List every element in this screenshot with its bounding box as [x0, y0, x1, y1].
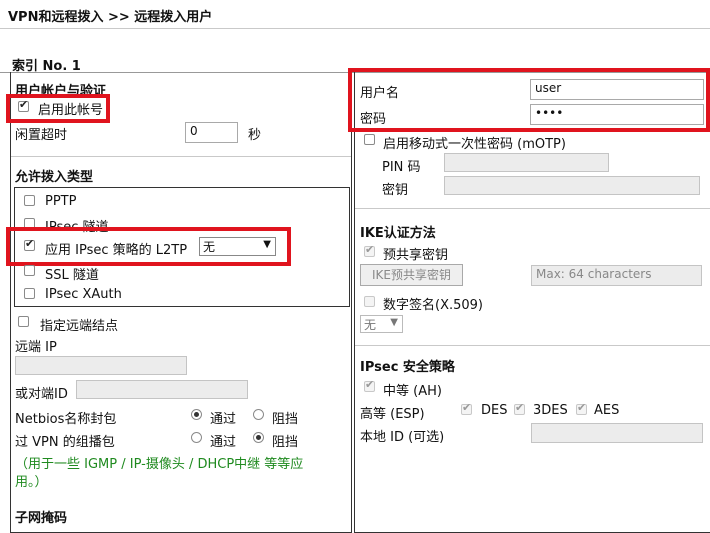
pin-label: PIN 码: [382, 160, 421, 175]
ah-label: 中等 (AH): [383, 384, 442, 399]
ike-section-title: IKE认证方法: [360, 226, 436, 241]
xauth-label: IPsec XAuth: [45, 287, 122, 302]
ipsec-section-title: IPsec 安全策略: [360, 360, 455, 375]
3des-checkbox[interactable]: [514, 401, 525, 415]
multicast-note-line1: （用于一些 IGMP / IP-摄像头 / DHCP中继 等等应: [15, 457, 304, 472]
psk-label: 预共享密钥: [383, 248, 449, 263]
des-checkbox[interactable]: [461, 401, 472, 415]
pptp-checkbox[interactable]: [24, 195, 35, 206]
chevron-down-icon: ▼: [390, 317, 398, 328]
x509-select-value: 无: [364, 318, 377, 332]
section-divider: [11, 156, 351, 157]
netbios-label: Netbios名称封包: [15, 412, 117, 427]
highlight-credentials: [348, 68, 710, 132]
remote-ip-label: 远端 IP: [15, 340, 57, 355]
highlight-l2tp: [6, 227, 291, 266]
multicast-label: 过 VPN 的组播包: [15, 435, 115, 450]
xauth-checkbox[interactable]: [24, 288, 35, 299]
ike-psk-button[interactable]: IKE预共享密钥: [360, 264, 463, 286]
idle-timeout-label: 闲置超时: [15, 128, 68, 143]
secret-key-label: 密钥: [382, 183, 409, 198]
multicast-note-line2: 用。）: [15, 475, 48, 490]
local-id-label: 本地 ID (可选): [360, 430, 445, 445]
ssl-tunnel-checkbox[interactable]: [24, 265, 35, 276]
netbios-block-label: 阻挡: [272, 412, 299, 427]
right-divider-1: [355, 208, 710, 209]
netbios-pass-label: 通过: [210, 412, 237, 427]
aes-label: AES: [594, 403, 620, 418]
header-divider: [0, 28, 710, 29]
ah-checkbox[interactable]: [364, 378, 375, 392]
motp-checkbox[interactable]: [364, 134, 375, 145]
ssl-tunnel-label: SSL 隧道: [45, 268, 99, 283]
netbios-block-radio[interactable]: [253, 409, 264, 420]
right-divider-2: [355, 345, 710, 346]
netbios-pass-radio[interactable]: [191, 409, 202, 420]
subnet-mask-label: 子网掩码: [15, 511, 68, 526]
multicast-block-label: 阻挡: [272, 435, 299, 450]
dialin-section-title: 允许拨入类型: [15, 170, 94, 185]
multicast-pass-radio[interactable]: [191, 432, 202, 443]
peer-id-label: 或对端ID: [15, 387, 68, 402]
idle-timeout-input[interactable]: 0: [185, 122, 238, 143]
breadcrumb: VPN和远程拨入 >> 远程拨入用户: [8, 10, 213, 25]
pptp-label: PPTP: [45, 194, 77, 209]
remote-ip-input[interactable]: [15, 356, 187, 375]
multicast-pass-label: 通过: [210, 435, 237, 450]
x509-checkbox[interactable]: [364, 296, 375, 307]
x509-label: 数字签名(X.509): [383, 298, 483, 313]
local-id-input[interactable]: [531, 423, 703, 443]
peer-id-input[interactable]: [76, 380, 248, 399]
idle-timeout-unit: 秒: [248, 128, 262, 143]
motp-label: 启用移动式一次性密码 (mOTP): [383, 137, 566, 152]
des-label: DES: [481, 403, 508, 418]
pin-input[interactable]: [444, 153, 609, 172]
secret-key-input[interactable]: [444, 176, 700, 195]
highlight-enable-account: [6, 94, 110, 123]
psk-input[interactable]: Max: 64 characters: [531, 265, 702, 286]
3des-label: 3DES: [533, 403, 568, 418]
psk-checkbox[interactable]: [364, 243, 375, 257]
specify-remote-node-checkbox[interactable]: [18, 316, 29, 327]
x509-select[interactable]: 无 ▼: [360, 315, 403, 333]
esp-label: 高等 (ESP): [360, 407, 425, 422]
specify-remote-node-label: 指定远端结点: [40, 319, 119, 334]
aes-checkbox[interactable]: [576, 401, 587, 415]
multicast-block-radio[interactable]: [253, 432, 264, 443]
